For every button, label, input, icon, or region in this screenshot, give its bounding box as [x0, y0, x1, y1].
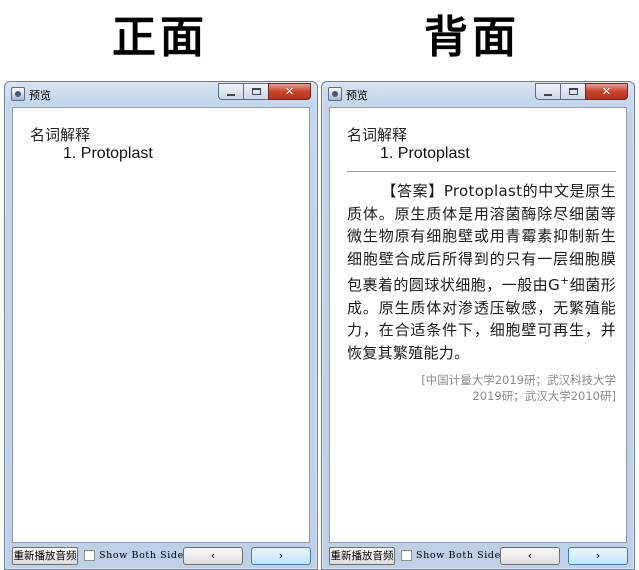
show-both-sides-checkbox[interactable] [401, 550, 412, 561]
answer-text: 【答案】Protoplast的中文是原生质体。原生质体是用溶菌酶除尽细菌等微生物… [347, 180, 616, 364]
bottom-toolbar: 重新播放音频 Show Both Sides ‹ › [5, 541, 317, 569]
window-title: 预览 [346, 89, 368, 102]
card-content-area: 名词解释 1. Protoplast 【答案】Protoplast的中文是原生质… [329, 107, 627, 543]
app-icon [11, 87, 25, 101]
maximize-button[interactable] [243, 83, 268, 100]
card-term: 1. Protoplast [63, 145, 153, 162]
chevron-right-icon: › [595, 549, 601, 562]
answer-source: [中国计量大学2019研；武汉科技大学2019研；武汉大学2010研] [421, 373, 616, 403]
show-both-sides-toggle[interactable]: Show Both Sides [401, 550, 506, 561]
answer-superscript: + [560, 274, 570, 287]
show-both-sides-label: Show Both Sides [99, 550, 190, 561]
card-term: 1. Protoplast [380, 145, 470, 162]
minimize-button[interactable] [535, 83, 560, 100]
window-controls: ✕ [535, 83, 628, 101]
close-icon: ✕ [284, 85, 295, 98]
preview-window-front: 预览 ✕ 名词解释 1. Protoplast 重新播放音频 Show Both… [4, 81, 318, 570]
bottom-toolbar: 重新播放音频 Show Both Sides ‹ › [322, 541, 634, 569]
show-both-sides-label: Show Both Sides [416, 550, 507, 561]
previous-button[interactable]: ‹ [500, 547, 560, 565]
minimize-icon [227, 93, 235, 96]
next-button[interactable]: › [251, 547, 311, 565]
app-icon [328, 87, 342, 101]
minimize-button[interactable] [218, 83, 243, 100]
chevron-left-icon: ‹ [527, 549, 533, 562]
maximize-button[interactable] [560, 83, 585, 100]
section-label: 名词解释 [30, 126, 91, 144]
chevron-left-icon: ‹ [210, 549, 216, 562]
chevron-right-icon: › [278, 549, 284, 562]
window-controls: ✕ [218, 83, 311, 101]
minimize-icon [544, 93, 552, 96]
next-button[interactable]: › [568, 547, 628, 565]
close-button[interactable]: ✕ [585, 83, 628, 100]
replay-audio-button[interactable]: 重新播放音频 [12, 547, 78, 565]
show-both-sides-toggle[interactable]: Show Both Sides [84, 550, 189, 561]
close-button[interactable]: ✕ [268, 83, 311, 100]
maximize-icon [251, 88, 261, 95]
title-bar[interactable]: 预览 ✕ [322, 82, 634, 106]
show-both-sides-checkbox[interactable] [84, 550, 95, 561]
back-side-heading: 背面 [424, 12, 520, 63]
window-title: 预览 [29, 89, 51, 102]
preview-window-back: 预览 ✕ 名词解释 1. Protoplast 【答案】Protoplast的中… [321, 81, 635, 570]
answer-divider [347, 171, 616, 172]
maximize-icon [568, 88, 578, 95]
previous-button[interactable]: ‹ [183, 547, 243, 565]
title-bar[interactable]: 预览 ✕ [5, 82, 317, 106]
front-side-heading: 正面 [112, 12, 208, 63]
close-icon: ✕ [601, 85, 612, 98]
replay-audio-button[interactable]: 重新播放音频 [329, 547, 395, 565]
card-content-area: 名词解释 1. Protoplast [12, 107, 310, 543]
section-label: 名词解释 [347, 126, 408, 144]
